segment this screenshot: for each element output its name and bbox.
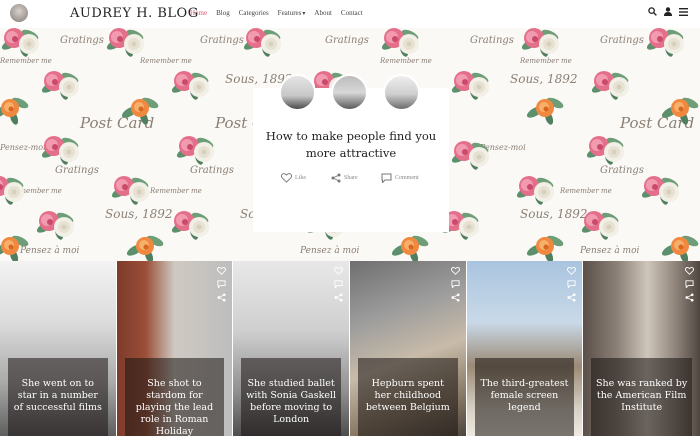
post-caption[interactable]: She shot to stardom for playing the lead… [124,358,225,436]
share-icon[interactable] [451,293,460,302]
logo-avatar[interactable] [10,4,28,22]
tile-icons [217,267,227,302]
post-tile[interactable]: She went on to star in a number of succe… [0,261,117,436]
svg-text:Remember me: Remember me [149,187,202,195]
hero-section: Gratings Gratings Gratings Gratings Gratings… [0,28,700,261]
share-button[interactable]: Share [331,173,381,183]
heart-icon[interactable] [684,267,694,275]
tile-icons [450,267,460,302]
search-icon[interactable] [648,7,657,16]
svg-text:Remember me: Remember me [559,187,612,195]
svg-text:Gratings: Gratings [60,35,104,46]
nav-blog[interactable]: Blog [216,9,230,17]
post-tile[interactable]: She studied ballet with Sonia Gaskell be… [233,261,350,436]
share-icon[interactable] [567,293,576,302]
comment-label: Comment [395,175,419,181]
svg-text:Gratings: Gratings [325,35,369,46]
share-label: Share [344,175,358,181]
svg-text:Sous, 1892: Sous, 1892 [105,207,173,221]
post-tile[interactable]: Hepburn spent her childhood between Belg… [349,261,467,436]
post-thumbnail[interactable] [383,74,420,111]
svg-text:Pensez à moi: Pensez à moi [299,245,360,256]
post-tile[interactable]: She shot to stardom for playing the lead… [116,261,234,436]
tile-icons [684,267,694,302]
like-label: Like [295,175,306,181]
chevron-down-icon: ▾ [302,11,306,17]
nav-home[interactable]: Home [190,9,207,17]
share-icon[interactable] [685,293,694,302]
share-icon[interactable] [217,293,226,302]
tile-icons [333,267,343,302]
svg-text:Gratings: Gratings [55,165,99,176]
share-icon [331,173,341,183]
post-thumbnail[interactable] [279,74,316,111]
comment-button[interactable]: Comment [381,173,431,183]
svg-text:Gratings: Gratings [600,35,644,46]
nav-about[interactable]: About [314,9,332,17]
nav-features[interactable]: Features▾ [278,9,306,17]
tile-icons [567,267,577,302]
svg-text:Gratings: Gratings [200,35,244,46]
post-caption[interactable]: The third-greatest female screen legend [474,358,575,436]
heart-icon[interactable] [333,267,343,275]
post-caption[interactable]: She studied ballet with Sonia Gaskell be… [241,358,341,436]
svg-text:Remember me: Remember me [519,57,572,65]
comment-icon[interactable] [217,280,226,288]
heart-icon[interactable] [217,267,227,275]
heart-icon[interactable] [450,267,460,275]
site-header: AUDREY H. BLOG Home Blog Categories Feat… [0,0,700,28]
svg-text:Remember me: Remember me [379,57,432,65]
nav-features-label: Features [277,9,302,17]
post-caption[interactable]: She was ranked by the American Film Inst… [591,358,692,436]
comment-icon[interactable] [685,280,694,288]
comment-icon[interactable] [451,280,460,288]
svg-text:Sous, 1892: Sous, 1892 [510,72,578,86]
featured-post-title[interactable]: How to make people find you more attract… [261,128,441,162]
svg-text:Sous, 1892: Sous, 1892 [520,207,588,221]
post-actions: Like Share Comment [281,173,431,183]
post-tile[interactable]: She was ranked by the American Film Inst… [583,261,700,436]
svg-text:Remember me: Remember me [0,57,52,65]
heart-icon[interactable] [567,267,577,275]
menu-icon[interactable] [679,7,688,16]
post-caption[interactable]: She went on to star in a number of succe… [8,358,108,436]
post-thumbnail[interactable] [331,74,368,111]
nav-categories[interactable]: Categories [239,9,269,17]
share-icon[interactable] [334,293,343,302]
svg-text:Gratings: Gratings [600,165,644,176]
heart-icon [281,173,292,183]
svg-text:Pensez à moi: Pensez à moi [19,245,80,256]
svg-text:Remember me: Remember me [139,57,192,65]
comment-icon[interactable] [334,280,343,288]
svg-text:Gratings: Gratings [190,165,234,176]
user-icon[interactable] [664,7,672,16]
comment-icon [381,173,392,183]
comment-icon[interactable] [567,280,576,288]
post-caption[interactable]: Hepburn spent her childhood between Belg… [357,358,458,436]
post-tiles-grid: She went on to star in a number of succe… [0,261,700,436]
like-button[interactable]: Like [281,173,331,183]
nav-contact[interactable]: Contact [341,9,363,17]
header-icons [648,7,688,16]
featured-post-card[interactable]: How to make people find you more attract… [253,74,449,232]
post-tile[interactable]: The third-greatest female screen legend [466,261,584,436]
svg-text:Pensez-moi: Pensez-moi [0,143,46,152]
svg-text:Gratings: Gratings [470,35,514,46]
main-nav: Home Blog Categories Features▾ About Con… [190,9,363,17]
site-title[interactable]: AUDREY H. BLOG [70,6,199,21]
svg-text:Pensez à moi: Pensez à moi [579,245,640,256]
